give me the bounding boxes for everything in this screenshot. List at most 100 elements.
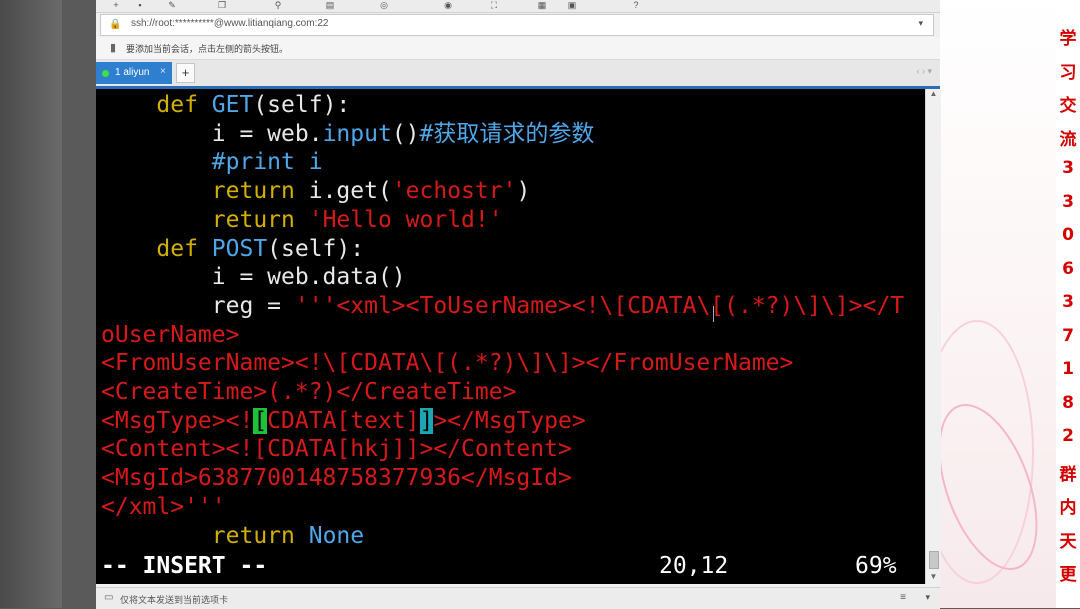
copy-icon[interactable]: ❐ — [216, 0, 228, 10]
code-token: None — [308, 522, 365, 549]
code-token: <MsgId>6387700148758377936</MsgId> — [101, 465, 572, 492]
vertical-scrollbar[interactable]: ▲ ▼ — [925, 89, 941, 584]
promo-char: 天 — [1059, 531, 1077, 552]
open-folder-icon[interactable]: ▪ — [134, 0, 146, 10]
tab-navigation-icons[interactable]: ‹ › ▾ — [916, 66, 932, 77]
menu-icon[interactable]: ≡ — [900, 592, 906, 603]
scroll-down-icon[interactable]: ▼ — [926, 572, 941, 584]
code-token: </xml>''' — [101, 493, 226, 520]
compose-icon[interactable]: ▭ — [104, 592, 113, 603]
code-token: <FromUserName><!\[CDATA\[(.*?)\]\]></Fro… — [101, 350, 794, 377]
lock-icon: 🔒 — [109, 19, 122, 30]
code-token: GET — [211, 92, 254, 118]
address-bar[interactable]: 🔒 ssh://root:**********@www.litianqiang.… — [100, 14, 934, 36]
code-line: reg = '''<xml><ToUserName><!\[CDATA\[(.*… — [101, 292, 904, 321]
video-background-left — [0, 0, 62, 608]
promo-char: 内 — [1059, 498, 1077, 518]
code-token: <MsgType><! — [101, 407, 254, 434]
text-cursor-icon — [713, 306, 720, 322]
code-token: 'Hello world!' — [308, 206, 503, 233]
promo-char: 0 — [1062, 225, 1074, 245]
add-tab-button[interactable]: + — [176, 63, 195, 83]
code-line: return i.get('echostr') — [101, 177, 531, 206]
code-token: #print i — [211, 149, 323, 176]
promo-char: 3 — [1062, 158, 1074, 178]
scroll-up-icon[interactable]: ▲ — [926, 89, 941, 101]
tab-aliyun[interactable]: 1 aliyun × — [96, 62, 172, 84]
print-icon[interactable]: ▤ — [324, 0, 336, 10]
close-icon[interactable]: × — [160, 66, 166, 77]
vim-mode: -- INSERT -- — [101, 553, 268, 579]
chevron-down-icon[interactable]: ▾ — [925, 592, 930, 603]
code-line: oUserName> — [101, 321, 239, 350]
promo-char: 3 — [1062, 191, 1074, 212]
new-tab-icon[interactable]: ▣ — [566, 0, 578, 10]
search-icon[interactable]: ⚲ — [272, 0, 284, 10]
promo-char: 2 — [1062, 426, 1074, 446]
code-line: i = web.data() — [101, 263, 406, 292]
session-url: ssh://root:**********@www.litianqiang.co… — [131, 18, 329, 29]
bookmark-icon[interactable]: ▮ — [110, 41, 116, 54]
vertical-promo-text: 学习交流 3 3 0 6 3 7 1 8 2 群内天更 — [1056, 0, 1080, 608]
promo-char: 1 — [1062, 359, 1074, 379]
code-token: def — [156, 92, 212, 118]
compose-hint: 仅将文本发送到当前选项卡 — [120, 595, 229, 605]
toolbar: + ▪ ✎ ❐ ⚲ ▤ ◎ ◉ ⛶ ▦ ▣ ? — [96, 0, 940, 13]
terminal-screen[interactable]: def GET(self): i = web.input()#获取请求的参数 #… — [96, 89, 925, 584]
chevron-down-icon[interactable]: ▾ — [918, 18, 923, 29]
promo-char: 更 — [1059, 565, 1077, 585]
promo-char: 流 — [1059, 129, 1077, 150]
session-hint-bar: ▮ 要添加当前会话，点击左侧的箭头按钮。 — [96, 37, 940, 60]
globe-icon[interactable]: ◎ — [378, 0, 390, 10]
script-icon[interactable]: ◉ — [442, 0, 454, 10]
code-token: i = web.data() — [101, 264, 406, 291]
code-token: (self): — [253, 92, 351, 118]
code-line: return 'Hello world!' — [101, 206, 503, 235]
code-token: () — [391, 120, 420, 147]
cursor-highlight: [ — [253, 407, 268, 434]
promo-char: 交 — [1059, 96, 1077, 116]
scroll-thumb[interactable] — [929, 551, 939, 569]
help-icon[interactable]: ? — [630, 0, 642, 10]
code-line: </xml>''' — [101, 493, 226, 522]
code-line: def POST(self): — [101, 235, 364, 264]
hint-text: 要添加当前会话，点击左侧的箭头按钮。 — [126, 44, 289, 54]
tab-bar: 1 aliyun × + ‹ › ▾ — [96, 60, 940, 89]
cursor-highlight: ] — [419, 407, 434, 434]
new-session-icon[interactable]: + — [110, 0, 122, 10]
code-token: i = web. — [101, 120, 323, 147]
code-token: 'echostr' — [391, 178, 517, 205]
code-token: <Content><![CDATA[hkj]]></Content> — [101, 436, 572, 463]
code-token: ) — [516, 178, 531, 205]
code-token: '''<xml><ToUserName><!\[CDATA\[(.*?)\]\]… — [294, 292, 905, 319]
code-line: <MsgId>6387700148758377936</MsgId> — [101, 464, 572, 493]
code-line: <FromUserName><!\[CDATA\[(.*?)\]\]></Fro… — [101, 349, 793, 378]
promo-char: 7 — [1062, 325, 1074, 346]
code-line: <CreateTime>(.*?)</CreateTime> — [101, 378, 516, 407]
promo-char: 3 — [1062, 292, 1074, 312]
code-token: return — [211, 206, 309, 233]
code-token: i.get( — [308, 178, 392, 205]
code-token: #获取请求的参数 — [419, 120, 595, 147]
code-token: ></MsgType> — [433, 407, 586, 434]
promo-char: 6 — [1062, 258, 1074, 279]
promo-char: 8 — [1062, 392, 1074, 413]
keyboard-icon[interactable]: ▦ — [536, 0, 548, 10]
code-line: #print i — [101, 148, 323, 177]
compose-bar: ▭ 仅将文本发送到当前选项卡 ≡ ▾ — [96, 587, 940, 609]
code-token: return — [211, 522, 309, 549]
fullscreen-icon[interactable]: ⛶ — [488, 0, 500, 10]
promo-char: 群 — [1059, 464, 1077, 485]
vim-status-line: -- INSERT -- 20,12 69% — [101, 551, 921, 581]
cursor-position: 20,12 — [659, 553, 729, 579]
code-line: <Content><![CDATA[hkj]]></Content> — [101, 435, 572, 464]
xshell-window: + ▪ ✎ ❐ ⚲ ▤ ◎ ◉ ⛶ ▦ ▣ ? 🔒 ssh://root:***… — [96, 0, 941, 609]
edit-icon[interactable]: ✎ — [166, 0, 178, 10]
code-token: input — [322, 120, 392, 147]
promo-char: 学 — [1059, 29, 1077, 49]
